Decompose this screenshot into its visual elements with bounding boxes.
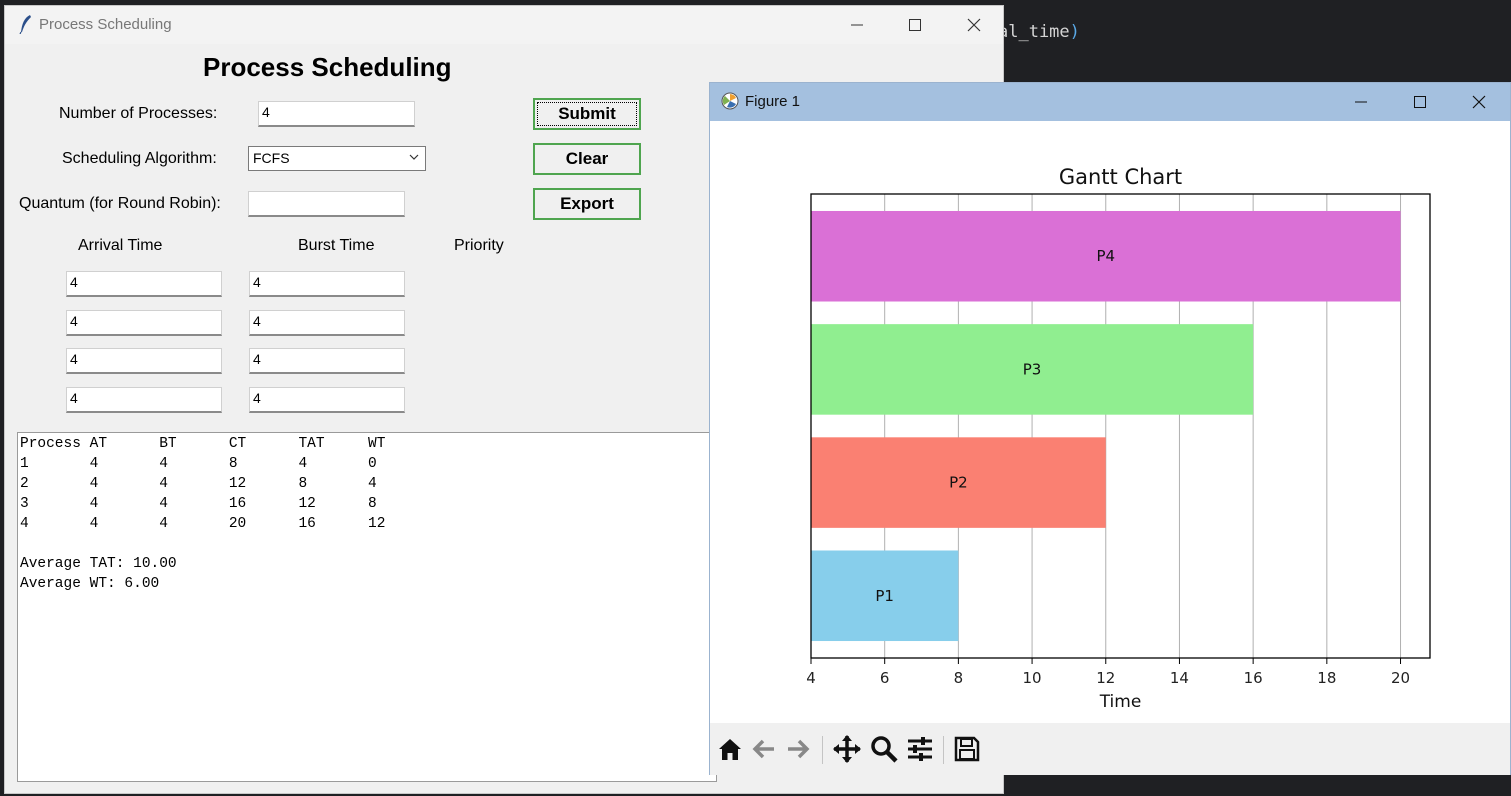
algorithm-select-value: FCFS (253, 150, 290, 166)
priority-header: Priority (454, 237, 504, 254)
burst-time-input[interactable]: 4 (249, 310, 405, 336)
gantt-bar-label: P2 (949, 474, 968, 492)
figure-title: Figure 1 (745, 93, 801, 110)
x-tick-label: 8 (954, 669, 964, 687)
save-button[interactable] (951, 733, 983, 765)
burst-time-input[interactable]: 4 (249, 387, 405, 413)
code-paren: ) (1069, 22, 1080, 42)
quantum-input[interactable] (248, 191, 405, 217)
figure-titlebar: Figure 1 (710, 83, 1510, 121)
burst-time-input[interactable]: 4 (249, 348, 405, 374)
window-titlebar: Process Scheduling (5, 6, 1003, 44)
arrival-time-input[interactable]: 4 (66, 271, 222, 297)
matplotlib-icon (721, 92, 739, 110)
back-button[interactable] (748, 733, 780, 765)
zoom-icon (871, 736, 898, 763)
close-icon (967, 18, 981, 32)
figure-window: Figure 1 P1 P2 P3 P4 4 6 8 10 12 14 16 18 20 Gantt … (709, 82, 1511, 775)
quantum-label: Quantum (for Round Robin): (19, 195, 221, 212)
arrival-time-input[interactable]: 4 (66, 310, 222, 336)
window-title: Process Scheduling (39, 16, 172, 33)
chevron-down-icon (409, 154, 419, 160)
code-text: al_time (998, 22, 1070, 42)
x-axis-label: Time (1099, 692, 1142, 712)
configure-button[interactable] (904, 733, 936, 765)
zoom-button[interactable] (868, 733, 900, 765)
arrival-time-input[interactable]: 4 (66, 387, 222, 413)
gantt-bar-label: P3 (1023, 360, 1042, 378)
algorithm-label: Scheduling Algorithm: (62, 150, 217, 167)
pan-icon (833, 735, 861, 763)
arrival-time-header: Arrival Time (78, 237, 163, 254)
x-tick-label: 14 (1170, 669, 1189, 687)
back-icon (752, 739, 774, 759)
maximize-button[interactable] (1391, 83, 1449, 121)
configure-icon (908, 737, 932, 761)
burst-time-header: Burst Time (298, 237, 375, 254)
save-icon (954, 736, 980, 762)
minimize-button[interactable] (1332, 83, 1390, 121)
x-tick-label: 20 (1391, 669, 1410, 687)
figure-toolbar (710, 723, 1510, 775)
gantt-bar-label: P4 (1096, 247, 1115, 265)
gantt-bar-label: P1 (875, 587, 894, 605)
export-button[interactable]: Export (533, 188, 641, 220)
x-tick-label: 18 (1317, 669, 1336, 687)
toolbar-separator (943, 736, 944, 764)
minimize-icon (1355, 101, 1367, 103)
submit-button[interactable]: Submit (533, 98, 641, 130)
feather-icon (19, 15, 31, 34)
x-tick-label: 4 (806, 669, 816, 687)
x-tick-label: 16 (1244, 669, 1263, 687)
arrival-time-input[interactable]: 4 (66, 348, 222, 374)
pan-button[interactable] (831, 733, 863, 765)
home-icon (719, 739, 741, 760)
maximize-icon (1414, 96, 1426, 108)
num-processes-label: Number of Processes: (59, 105, 218, 122)
toolbar-separator (822, 736, 823, 764)
close-icon (1472, 95, 1486, 109)
chart-title: Gantt Chart (1059, 165, 1182, 189)
code-editor-line: al_time) (998, 22, 1080, 42)
maximize-button[interactable] (886, 6, 944, 44)
x-tick-label: 6 (880, 669, 890, 687)
num-processes-input[interactable]: 4 (258, 101, 415, 127)
algorithm-select[interactable]: FCFS (248, 146, 426, 171)
results-text-area[interactable]: Process AT BT CT TAT WT 1 4 4 8 4 0 2 4 … (17, 432, 717, 782)
burst-time-input[interactable]: 4 (249, 271, 405, 297)
maximize-icon (909, 19, 921, 31)
x-tick-label: 12 (1096, 669, 1115, 687)
home-button[interactable] (714, 733, 746, 765)
minimize-button[interactable] (828, 6, 886, 44)
clear-button[interactable]: Clear (533, 143, 641, 175)
forward-icon (788, 739, 810, 759)
x-tick-label: 10 (1023, 669, 1042, 687)
close-button[interactable] (945, 6, 1003, 44)
forward-button[interactable] (782, 733, 814, 765)
minimize-icon (851, 24, 863, 26)
close-button[interactable] (1450, 83, 1508, 121)
page-title: Process Scheduling (203, 52, 452, 82)
gantt-chart: P1 P2 P3 P4 4 6 8 10 12 14 16 18 20 Gantt Chart Tim… (806, 165, 1431, 712)
